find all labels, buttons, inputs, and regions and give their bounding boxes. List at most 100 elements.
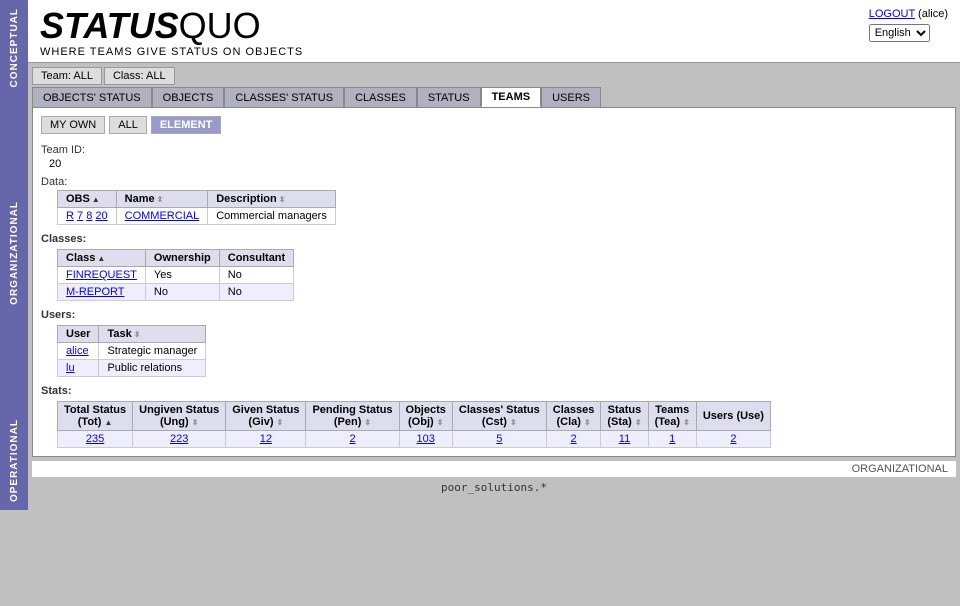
stats-users-header: Users (Use)	[696, 402, 770, 431]
stats-cell-7: 11	[601, 431, 648, 448]
team-class-row: Team: ALL Class: ALL	[32, 67, 956, 85]
content-area: MY OWN ALL ELEMENT Team ID: 20 Data: OBS…	[32, 107, 956, 457]
obs-links-cell: R 7 8 20	[58, 208, 117, 225]
tab-row: OBJECTS' STATUS OBJECTS CLASSES' STATUS …	[32, 87, 956, 107]
sub-tab-my-own[interactable]: MY OWN	[41, 116, 105, 134]
class-sort-up-icon: ▲	[97, 254, 105, 263]
class-link-0[interactable]: FINREQUEST	[66, 269, 137, 281]
obs-link-r[interactable]: R	[66, 210, 74, 222]
user-header: User	[58, 326, 99, 343]
class-all-button[interactable]: Class: ALL	[104, 67, 175, 85]
logout-link[interactable]: LOGOUT	[869, 8, 915, 20]
team-desc-cell: Commercial managers	[208, 208, 336, 225]
footer-text: poor_solutions.*	[441, 481, 547, 494]
user-task-cell: Public relations	[99, 360, 206, 377]
logo-title: STATUSQUO	[40, 8, 303, 44]
class-name-cell: FINREQUEST	[58, 267, 146, 284]
sidebar-operational-label: OPERATIONAL	[9, 411, 20, 510]
team-id-value: 20	[49, 158, 947, 170]
obs-link-8[interactable]: 8	[86, 210, 92, 222]
stats-cell-3: 2	[306, 431, 399, 448]
language-dropdown[interactable]: English	[869, 24, 930, 42]
desc-header: Description ⬍	[208, 191, 336, 208]
stats-table: Total Status(Tot) ▲ Ungiven Status(Ung) …	[57, 401, 771, 448]
sidebar-conceptual-label: CONCEPTUAL	[9, 0, 20, 95]
stats-link-5[interactable]: 5	[496, 433, 502, 445]
sub-tab-all[interactable]: ALL	[109, 116, 147, 134]
obs-sort-up-icon: ▲	[92, 195, 100, 204]
task-sort-icon: ⬍	[134, 330, 141, 339]
sidebar-organizational-label: ORGANIZATIONAL	[9, 193, 20, 313]
stats-label: Stats:	[41, 385, 947, 397]
tab-classes-status[interactable]: CLASSES' STATUS	[224, 87, 344, 107]
obs-link-20[interactable]: 20	[95, 210, 107, 222]
logo-status: STATUS	[40, 5, 179, 46]
consultant-header: Consultant	[219, 250, 293, 267]
logout-area: LOGOUT (alice)	[869, 8, 948, 20]
stats-classes-status-header: Classes' Status(Cst) ⬍	[452, 402, 546, 431]
stats-cell-9: 2	[696, 431, 770, 448]
logo-area: STATUSQUO WHERE TEAMS GIVE STATUS ON OBJ…	[40, 8, 303, 58]
tab-status[interactable]: STATUS	[417, 87, 481, 107]
stats-classes-header: Classes(Cla) ⬍	[546, 402, 601, 431]
logout-user-name: (alice)	[918, 8, 948, 20]
data-label: Data:	[41, 176, 947, 188]
classes-table: Class ▲ Ownership Consultant FINREQUEST …	[57, 249, 294, 301]
stats-link-1[interactable]: 223	[170, 433, 188, 445]
stats-cell-8: 1	[648, 431, 696, 448]
sub-tab-element[interactable]: ELEMENT	[151, 116, 222, 134]
stats-cell-1: 223	[133, 431, 226, 448]
tab-objects-status[interactable]: OBJECTS' STATUS	[32, 87, 152, 107]
tab-objects[interactable]: OBJECTS	[152, 87, 225, 107]
stats-link-8[interactable]: 1	[669, 433, 675, 445]
user-link-1[interactable]: lu	[66, 362, 75, 374]
stats-status-header: Status(Sta) ⬍	[601, 402, 648, 431]
class-ownership-cell: No	[145, 284, 219, 301]
language-selector[interactable]: English	[869, 24, 948, 42]
tab-classes[interactable]: CLASSES	[344, 87, 417, 107]
stats-link-3[interactable]: 2	[349, 433, 355, 445]
obs-link-7[interactable]: 7	[77, 210, 83, 222]
stats-row: 235223122103521112	[58, 431, 771, 448]
org-label: ORGANIZATIONAL	[32, 461, 956, 477]
logo-subtitle: WHERE TEAMS GIVE STATUS ON OBJECTS	[40, 46, 303, 58]
stats-cell-5: 5	[452, 431, 546, 448]
tab-users[interactable]: USERS	[541, 87, 601, 107]
tab-teams[interactable]: TEAMS	[481, 87, 542, 107]
user-row: lu Public relations	[58, 360, 206, 377]
logo-quo: QUO	[179, 5, 261, 46]
class-ownership-cell: Yes	[145, 267, 219, 284]
name-header: Name ⬍	[116, 191, 208, 208]
class-row: FINREQUEST Yes No	[58, 267, 294, 284]
users-table: User Task ⬍ alice Strategic manager lu P…	[57, 325, 206, 377]
team-name-link[interactable]: COMMERCIAL	[125, 210, 200, 222]
stats-link-7[interactable]: 11	[619, 433, 630, 445]
team-all-button[interactable]: Team: ALL	[32, 67, 102, 85]
stats-total-header: Total Status(Tot) ▲	[58, 402, 133, 431]
users-label: Users:	[41, 309, 947, 321]
user-name-cell: alice	[58, 343, 99, 360]
name-sort-icon: ⬍	[157, 195, 164, 204]
class-consultant-cell: No	[219, 267, 293, 284]
stats-cell-2: 12	[226, 431, 306, 448]
stats-link-9[interactable]: 2	[730, 433, 736, 445]
table-row: R 7 8 20 COMMERCIAL Commercial managers	[58, 208, 336, 225]
stats-cell-0: 235	[58, 431, 133, 448]
ownership-header: Ownership	[145, 250, 219, 267]
classes-label: Classes:	[41, 233, 947, 245]
stats-link-6[interactable]: 2	[571, 433, 577, 445]
obs-header: OBS ▲	[58, 191, 117, 208]
stats-pending-header: Pending Status(Pen) ⬍	[306, 402, 399, 431]
nav-bar: Team: ALL Class: ALL OBJECTS' STATUS OBJ…	[28, 63, 960, 107]
stats-given-header: Given Status(Giv) ⬍	[226, 402, 306, 431]
class-row: M-REPORT No No	[58, 284, 294, 301]
stats-link-2[interactable]: 12	[260, 433, 272, 445]
stats-objects-header: Objects(Obj) ⬍	[399, 402, 452, 431]
stats-cell-4: 103	[399, 431, 452, 448]
stats-link-4[interactable]: 103	[417, 433, 435, 445]
stats-link-0[interactable]: 235	[86, 433, 104, 445]
class-header: Class ▲	[58, 250, 146, 267]
user-link-0[interactable]: alice	[66, 345, 89, 357]
user-name-cell: lu	[58, 360, 99, 377]
class-link-1[interactable]: M-REPORT	[66, 286, 124, 298]
